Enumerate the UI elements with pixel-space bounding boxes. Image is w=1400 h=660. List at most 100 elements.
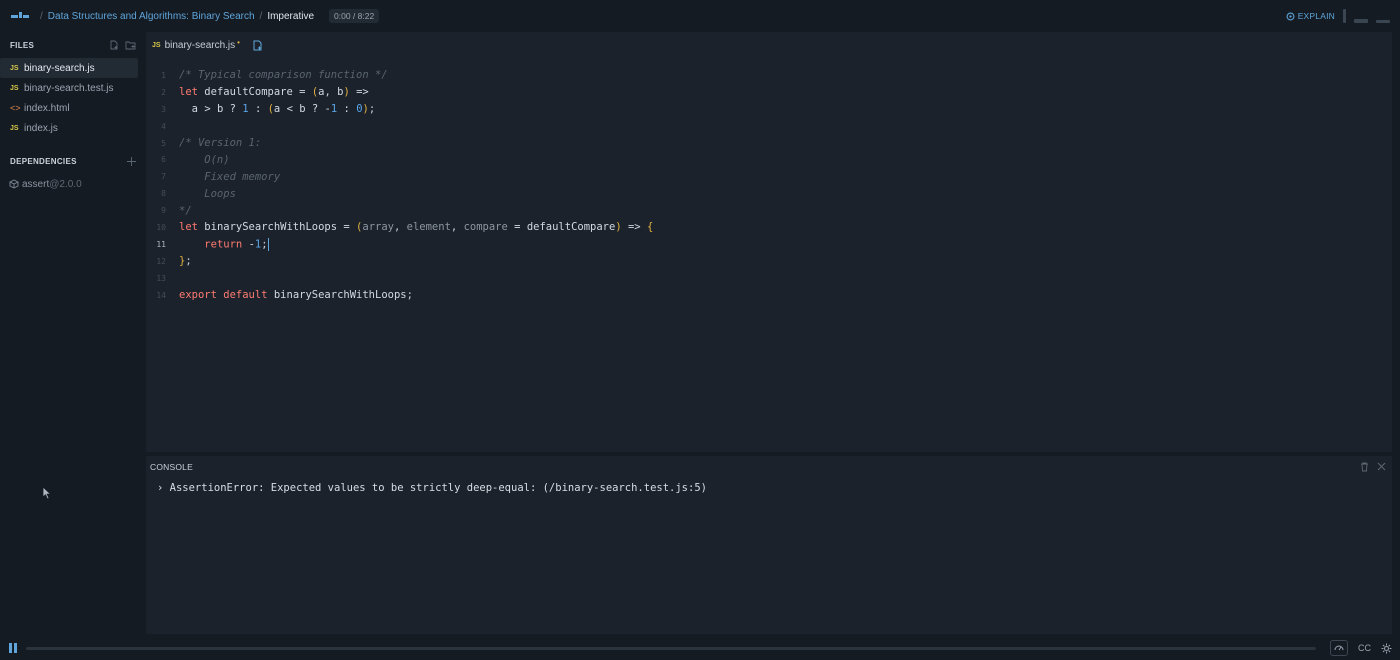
player-bar: CC	[0, 636, 1400, 660]
line-text: */	[179, 204, 192, 217]
line-number: 5	[161, 138, 166, 148]
code-line[interactable]: 11 return -1;	[146, 236, 1392, 253]
mouse-cursor-icon	[42, 486, 52, 500]
breadcrumb-lesson: Imperative	[267, 10, 315, 22]
code-editor[interactable]: JS binary-search.js • 1 /* Typical compar…	[146, 32, 1392, 452]
breadcrumb: / Data Structures and Algorithms: Binary…	[40, 9, 380, 23]
code-line[interactable]: 7 Fixed memory	[146, 168, 1392, 185]
js-file-icon: JS	[10, 84, 19, 92]
code-line[interactable]: 2 let defaultCompare = (a, b) =>	[146, 84, 1392, 101]
js-file-icon: JS	[10, 64, 19, 72]
explain-icon	[1286, 12, 1295, 20]
trash-icon[interactable]	[1360, 462, 1369, 472]
console-message: › AssertionError: Expected values to be …	[157, 482, 707, 494]
console-header: CONSOLE	[146, 456, 1392, 478]
line-text: return -1;	[204, 237, 270, 251]
logo-icon[interactable]	[0, 0, 40, 32]
add-dependency-icon[interactable]	[127, 156, 136, 166]
file-item-binary-search-test[interactable]: JS binary-search.test.js	[0, 78, 138, 98]
close-icon[interactable]	[1377, 462, 1386, 471]
dependency-item-assert[interactable]: assert@2.0.0	[0, 174, 146, 194]
code-line[interactable]: 14 export default binarySearchWithLoops;	[146, 287, 1392, 304]
layout-console-icon[interactable]	[1354, 9, 1368, 23]
dependency-name: assert	[22, 178, 50, 190]
files-title: FILES	[10, 40, 35, 50]
line-text: Fixed memory	[179, 170, 281, 183]
save-file-icon[interactable]	[252, 40, 263, 51]
line-number: 1	[161, 70, 166, 80]
time-readout: 0:00 / 8:22	[329, 9, 380, 23]
line-text: /* Version 1:	[179, 137, 262, 149]
file-name: binary-search.js	[24, 62, 95, 74]
new-file-icon[interactable]	[109, 40, 119, 50]
code-line[interactable]: 9 */	[146, 202, 1392, 219]
tab-label: binary-search.js	[164, 39, 236, 51]
app-window: / Data Structures and Algorithms: Binary…	[0, 0, 1400, 660]
file-name: index.js	[24, 122, 58, 134]
layout-full-icon[interactable]	[1376, 9, 1390, 23]
code-lines[interactable]: 1 /* Typical comparison function */ 2 let d…	[146, 67, 1392, 303]
line-number: 11	[156, 239, 166, 249]
tab-binary-search[interactable]: JS binary-search.js •	[152, 37, 240, 51]
file-name: index.html	[24, 102, 70, 114]
line-number: 3	[161, 104, 166, 114]
line-number: 7	[161, 172, 166, 182]
code-line[interactable]: 10 let binarySearchWithLoops = (array, el…	[146, 219, 1392, 236]
code-line[interactable]: 5 /* Version 1:	[146, 135, 1392, 152]
file-item-index-js[interactable]: JS index.js	[0, 118, 138, 138]
code-line[interactable]: 1 /* Typical comparison function */	[146, 67, 1392, 84]
code-line[interactable]: 6 O(n)	[146, 151, 1392, 168]
breadcrumb-separator: /	[259, 10, 263, 22]
line-number: 12	[156, 256, 166, 266]
js-file-icon: JS	[10, 124, 19, 132]
player-controls: CC	[1330, 636, 1392, 660]
pause-button[interactable]	[9, 643, 17, 653]
line-text: a > b ? 1 : (a < b ? -1 : 0);	[191, 103, 376, 116]
line-number: 9	[161, 206, 166, 216]
line-text: let defaultCompare = (a, b) =>	[179, 86, 369, 99]
code-line[interactable]: 13	[146, 270, 1392, 287]
code-line[interactable]: 4	[146, 118, 1392, 135]
dependency-version: @2.0.0	[49, 178, 82, 190]
line-text: Loops	[179, 187, 236, 200]
code-line[interactable]: 8 Loops	[146, 185, 1392, 202]
layout-sidebar-icon[interactable]	[1343, 9, 1346, 23]
js-file-icon: JS	[152, 41, 161, 49]
explain-button[interactable]: EXPLAIN	[1286, 11, 1335, 21]
code-line[interactable]: 12};	[146, 253, 1392, 270]
html-file-icon: <>	[10, 103, 21, 113]
gear-icon[interactable]	[1381, 643, 1392, 654]
unsaved-indicator: •	[237, 37, 240, 47]
console-title: CONSOLE	[150, 462, 193, 472]
file-item-binary-search[interactable]: JS binary-search.js	[0, 58, 138, 78]
sidebar: FILES JS binary-search.js JS binary-sear…	[0, 32, 146, 636]
progress-track[interactable]	[26, 646, 1316, 650]
top-bar: / Data Structures and Algorithms: Binary…	[0, 0, 1400, 32]
line-number: 13	[156, 273, 166, 283]
line-number: 14	[156, 290, 166, 300]
line-number: 4	[161, 121, 166, 131]
file-item-index-html[interactable]: <> index.html	[0, 98, 138, 118]
explain-label: EXPLAIN	[1297, 11, 1335, 21]
editor-tab-bar: JS binary-search.js •	[146, 32, 1392, 58]
breadcrumb-course[interactable]: Data Structures and Algorithms: Binary S…	[48, 11, 255, 22]
files-section-header: FILES	[0, 32, 146, 58]
package-icon	[9, 179, 19, 189]
line-number: 2	[161, 87, 166, 97]
new-folder-icon[interactable]	[125, 40, 136, 50]
dependencies-section-header: DEPENDENCIES	[0, 148, 146, 174]
line-text: /* Typical comparison function */	[179, 69, 388, 82]
file-name: binary-search.test.js	[24, 82, 114, 94]
line-number: 10	[156, 222, 166, 232]
top-right-controls: EXPLAIN	[1286, 0, 1390, 32]
code-line[interactable]: 3 a > b ? 1 : (a < b ? -1 : 0);	[146, 101, 1392, 118]
console-panel: CONSOLE › AssertionError: Expected value…	[146, 456, 1392, 634]
breadcrumb-separator: /	[40, 10, 43, 22]
captions-button[interactable]: CC	[1358, 643, 1371, 653]
line-text: export default binarySearchWithLoops;	[179, 289, 413, 302]
line-number: 8	[161, 189, 166, 199]
line-text: let binarySearchWithLoops = (array, elem…	[179, 221, 654, 234]
pause-icon	[9, 643, 12, 653]
line-number: 6	[161, 155, 166, 165]
playback-speed-button[interactable]	[1330, 640, 1348, 656]
